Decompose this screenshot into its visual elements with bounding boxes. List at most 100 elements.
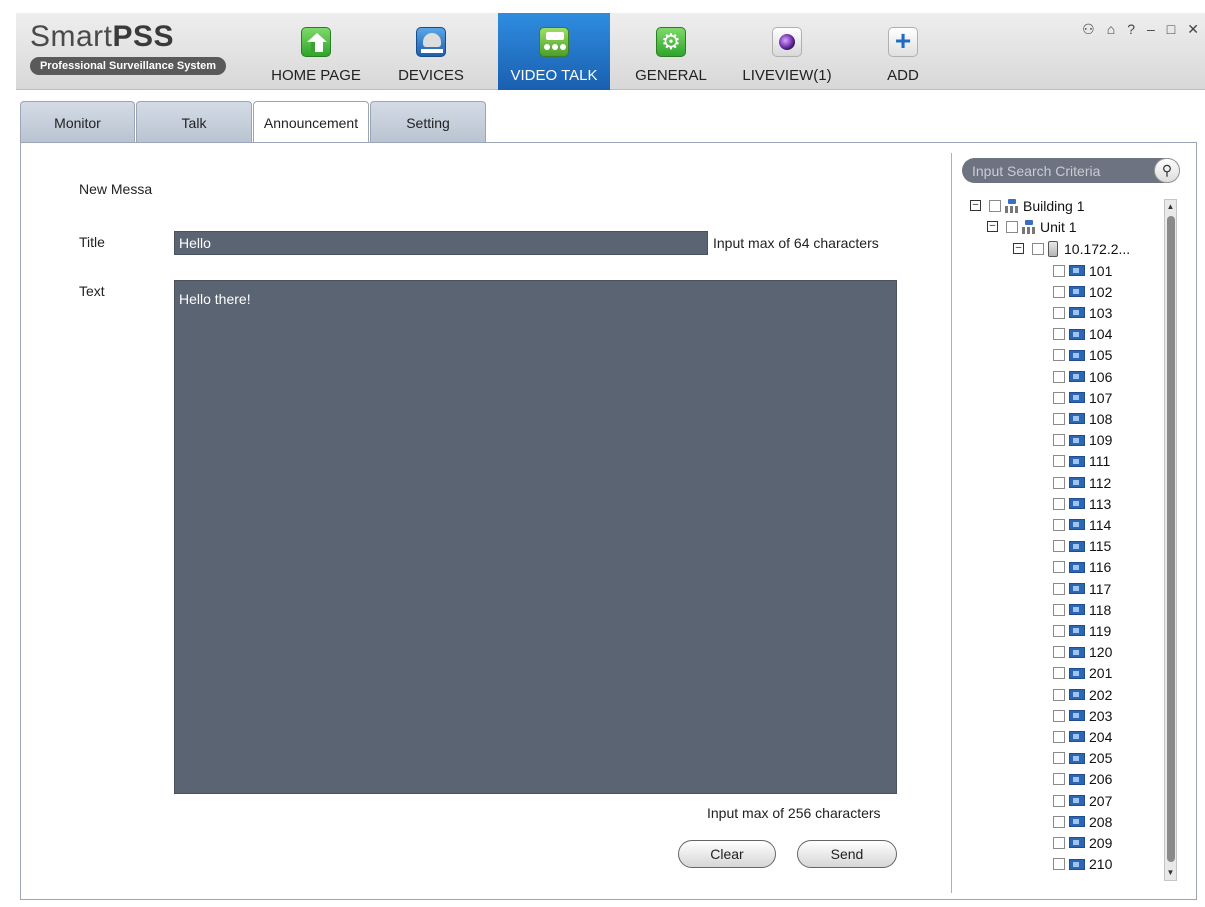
send-button[interactable]: Send	[797, 840, 897, 868]
tree-node-room[interactable]: 105	[1053, 345, 1112, 366]
minimize-icon[interactable]: –	[1147, 21, 1155, 37]
close-icon[interactable]: ✕	[1187, 21, 1199, 37]
tab-announcement[interactable]: Announcement	[253, 101, 369, 144]
tree-checkbox[interactable]	[1053, 328, 1065, 341]
tree-checkbox[interactable]	[1053, 603, 1065, 616]
tree-checkbox[interactable]	[1053, 518, 1065, 531]
lock-icon[interactable]: ⌂	[1107, 21, 1115, 37]
tree-checkbox[interactable]	[1053, 306, 1065, 319]
tree-checkbox[interactable]	[1053, 434, 1065, 447]
tree-node-room[interactable]: 205	[1053, 748, 1112, 769]
nav-label: DEVICES	[398, 67, 464, 84]
tree-checkbox[interactable]	[1053, 773, 1065, 786]
tree-node-room[interactable]: 117	[1053, 578, 1111, 599]
user-icon[interactable]: ⚇	[1082, 21, 1095, 37]
tree-node-label: 118	[1089, 601, 1112, 618]
search-input[interactable]	[972, 158, 1147, 183]
tree-node-room[interactable]: 115	[1053, 536, 1111, 557]
tree-checkbox[interactable]	[1053, 497, 1065, 510]
tree-scrollbar[interactable]: ▲ ▼	[1164, 199, 1177, 881]
tree-node-room[interactable]: 104	[1053, 324, 1112, 345]
tree-node-room[interactable]: 202	[1053, 684, 1112, 705]
tree-node-room[interactable]: 114	[1053, 514, 1111, 535]
help-icon[interactable]: ?	[1127, 21, 1135, 37]
nav-video-talk[interactable]: VIDEO TALK	[498, 13, 610, 90]
tree-node-room[interactable]: 118	[1053, 599, 1111, 620]
nav-liveview[interactable]: LIVEVIEW(1)	[732, 13, 842, 90]
tree-node-label: 203	[1089, 707, 1113, 724]
tree-checkbox[interactable]	[1053, 815, 1065, 828]
tree-checkbox[interactable]	[1053, 285, 1065, 298]
tree-node-room[interactable]: 112	[1053, 472, 1111, 493]
tree-node-room[interactable]: 201	[1053, 663, 1112, 684]
tree-checkbox[interactable]	[1053, 730, 1065, 743]
tree-node-device[interactable]: – 10.172.2...	[1013, 238, 1130, 259]
scroll-thumb[interactable]	[1167, 216, 1175, 862]
tree-checkbox[interactable]	[1006, 220, 1018, 233]
tree-node-room[interactable]: 120	[1053, 642, 1112, 663]
room-station-icon	[1069, 837, 1085, 849]
tree-checkbox[interactable]	[1053, 349, 1065, 362]
tree-checkbox[interactable]	[1053, 709, 1065, 722]
tree-node-room[interactable]: 119	[1053, 620, 1111, 641]
tree-checkbox[interactable]	[1032, 242, 1044, 255]
tree-checkbox[interactable]	[1053, 752, 1065, 765]
tree-node-room[interactable]: 102	[1053, 281, 1112, 302]
search-icon[interactable]: ⚲	[1154, 158, 1180, 183]
tree-node-room[interactable]: 103	[1053, 302, 1112, 323]
tree-checkbox[interactable]	[989, 199, 1001, 212]
tab-setting[interactable]: Setting	[370, 101, 486, 143]
tree-node-building[interactable]: – Building 1	[970, 195, 1085, 216]
clear-button[interactable]: Clear	[678, 840, 776, 868]
tree-node-unit[interactable]: – Unit 1	[987, 216, 1077, 237]
tree-node-room[interactable]: 208	[1053, 811, 1112, 832]
tree-checkbox[interactable]	[1053, 561, 1065, 574]
nav-general[interactable]: GENERAL	[626, 13, 716, 90]
tree-node-room[interactable]: 207	[1053, 790, 1112, 811]
tree-checkbox[interactable]	[1053, 794, 1065, 807]
nav-add[interactable]: ADD	[868, 13, 938, 90]
tree-node-room[interactable]: 116	[1053, 557, 1111, 578]
nav-devices[interactable]: DEVICES	[386, 13, 476, 90]
tree-checkbox[interactable]	[1053, 582, 1065, 595]
tree-node-room[interactable]: 209	[1053, 832, 1112, 853]
tree-node-label: 119	[1089, 622, 1112, 639]
tree-node-room[interactable]: 204	[1053, 726, 1112, 747]
tree-checkbox[interactable]	[1053, 540, 1065, 553]
tree-node-room[interactable]: 101	[1053, 260, 1112, 281]
tree-node-room[interactable]: 107	[1053, 387, 1112, 408]
tree-node-label: 106	[1089, 368, 1113, 385]
nav-home-page[interactable]: HOME PAGE	[266, 13, 366, 90]
tree-node-room[interactable]: 206	[1053, 769, 1112, 790]
tree-node-room[interactable]: 109	[1053, 430, 1112, 451]
tree-checkbox[interactable]	[1053, 455, 1065, 468]
tree-checkbox[interactable]	[1053, 391, 1065, 404]
tree-checkbox[interactable]	[1053, 858, 1065, 871]
collapse-icon[interactable]: –	[1013, 243, 1024, 254]
tree-node-room[interactable]: 203	[1053, 705, 1112, 726]
tree-checkbox[interactable]	[1053, 412, 1065, 425]
tab-monitor[interactable]: Monitor	[20, 101, 135, 143]
tree-checkbox[interactable]	[1053, 667, 1065, 680]
maximize-icon[interactable]: □	[1167, 21, 1175, 37]
tree-node-room[interactable]: 210	[1053, 854, 1112, 875]
tree-node-room[interactable]: 111	[1053, 451, 1110, 472]
tree-checkbox[interactable]	[1053, 370, 1065, 383]
collapse-icon[interactable]: –	[970, 200, 981, 211]
tree-checkbox[interactable]	[1053, 624, 1065, 637]
tree-checkbox[interactable]	[1053, 688, 1065, 701]
tab-talk[interactable]: Talk	[136, 101, 252, 143]
title-input[interactable]	[174, 231, 708, 255]
tree-checkbox[interactable]	[1053, 646, 1065, 659]
room-station-icon	[1069, 858, 1085, 870]
collapse-icon[interactable]: –	[987, 221, 998, 232]
text-area[interactable]: Hello there!	[174, 280, 897, 794]
tree-node-room[interactable]: 108	[1053, 408, 1112, 429]
scroll-up-icon[interactable]: ▲	[1165, 200, 1176, 214]
tree-checkbox[interactable]	[1053, 264, 1065, 277]
tree-checkbox[interactable]	[1053, 836, 1065, 849]
tree-node-room[interactable]: 113	[1053, 493, 1111, 514]
tree-node-room[interactable]: 106	[1053, 366, 1112, 387]
scroll-down-icon[interactable]: ▼	[1165, 866, 1176, 880]
tree-checkbox[interactable]	[1053, 476, 1065, 489]
